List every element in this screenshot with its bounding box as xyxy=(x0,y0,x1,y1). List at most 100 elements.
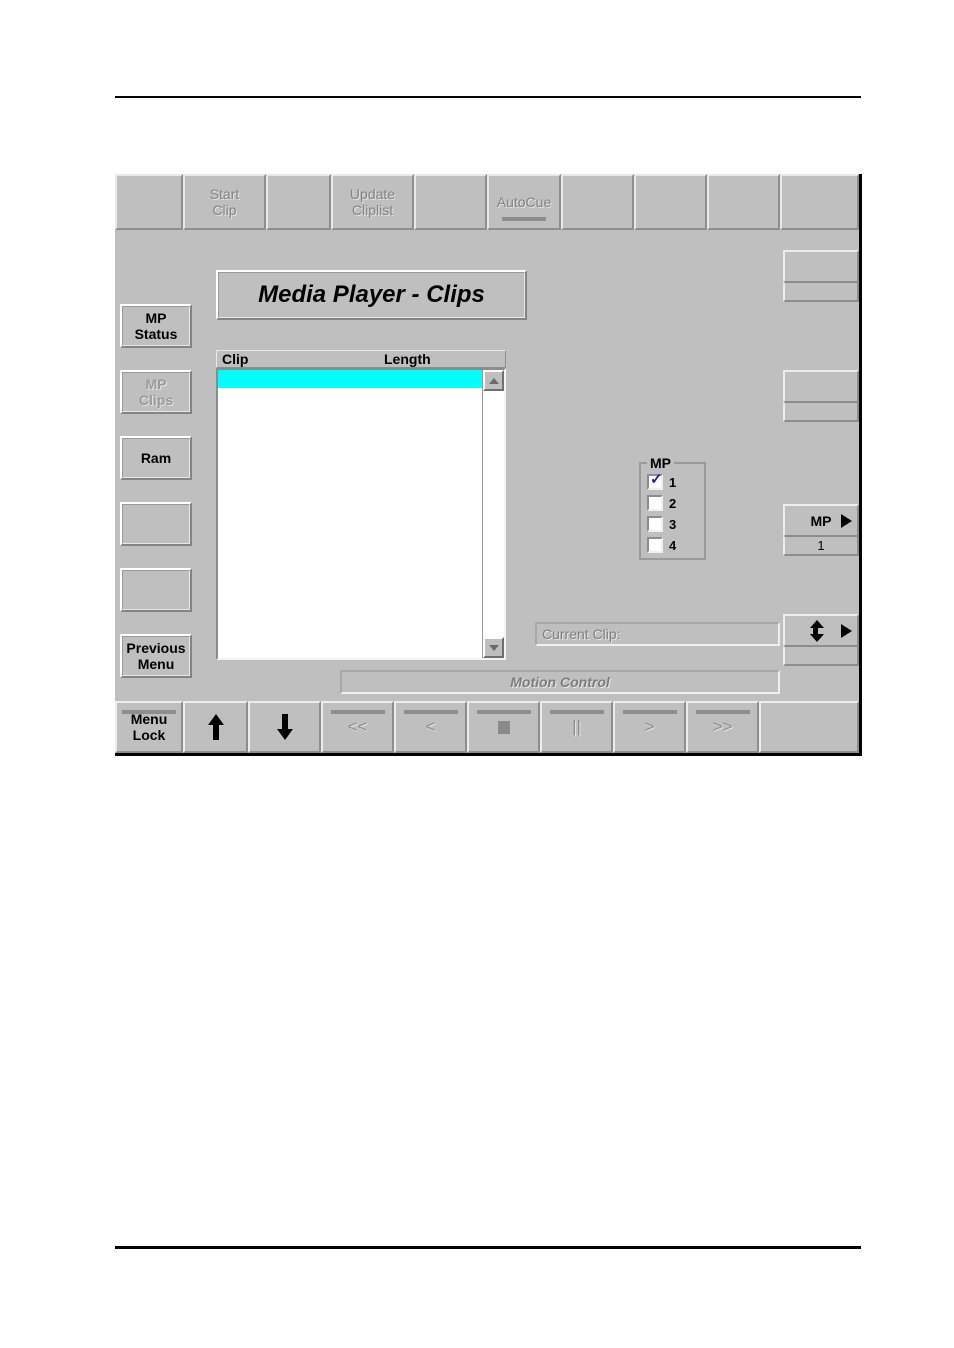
mp-option-label: 1 xyxy=(669,474,677,490)
button-accent-bar xyxy=(476,710,531,714)
button-label: << xyxy=(347,717,368,736)
tab-empty-4[interactable] xyxy=(414,174,487,230)
right-widget-button[interactable] xyxy=(783,614,859,646)
tab-label: AutoCue xyxy=(496,194,552,210)
tab-empty-2[interactable] xyxy=(266,174,331,230)
tab-empty-0[interactable] xyxy=(115,174,183,230)
stop-button[interactable] xyxy=(467,701,540,753)
bottom-button-bar: Menu Lock << < || > >> xyxy=(115,701,859,753)
triangle-right-icon xyxy=(841,513,852,528)
vertical-scrollbar[interactable] xyxy=(482,370,504,658)
mp-option-4[interactable]: 4 xyxy=(647,537,676,553)
tab-empty-7[interactable] xyxy=(634,174,707,230)
sidebar-item-label: MP xyxy=(145,310,167,326)
tab-empty-8[interactable] xyxy=(707,174,780,230)
mp-selection-group: MP ✓ 1 2 3 4 xyxy=(639,455,706,560)
sidebar-item-previous-menu[interactable]: Previous Menu xyxy=(120,634,192,678)
checkbox[interactable]: ✓ xyxy=(647,471,663,490)
clip-list-body[interactable] xyxy=(216,368,506,660)
column-header-length: Length xyxy=(384,351,431,367)
scroll-up-button[interactable] xyxy=(483,370,504,391)
sidebar-item-label: Status xyxy=(134,326,178,342)
tab-update[interactable]: Update Cliplist xyxy=(331,174,414,230)
mp-option-3[interactable]: 3 xyxy=(647,516,676,532)
media-player-clips-panel: Start Clip Update Cliplist AutoCue MP Status M… xyxy=(115,174,862,756)
scroll-down-button[interactable] xyxy=(248,701,321,753)
motion-control-bar: Motion Control xyxy=(340,670,780,694)
button-accent-bar xyxy=(549,710,604,714)
list-item[interactable] xyxy=(218,370,484,388)
button-accent-bar xyxy=(403,710,458,714)
right-widget-value xyxy=(783,402,859,422)
sidebar-item-label: MP xyxy=(145,376,167,392)
right-widget-3[interactable] xyxy=(783,614,859,666)
top-tab-strip: Start Clip Update Cliplist AutoCue xyxy=(115,174,859,230)
button-accent-bar xyxy=(622,710,677,714)
tab-empty-6[interactable] xyxy=(561,174,634,230)
right-widget-value xyxy=(783,646,859,666)
sidebar-item-empty-3[interactable] xyxy=(120,502,192,546)
button-accent-bar xyxy=(330,710,385,714)
right-widget-1[interactable] xyxy=(783,370,859,422)
tab-start[interactable]: Start Clip xyxy=(183,174,266,230)
right-widget-mp[interactable]: MP 1 xyxy=(783,504,859,556)
current-clip-label: Current Clip: xyxy=(542,626,621,642)
triangle-down-icon xyxy=(488,644,499,651)
mp-option-label: 4 xyxy=(669,537,677,553)
play-button[interactable]: > xyxy=(613,701,686,753)
mp-group-label: MP xyxy=(647,455,674,471)
tab-empty-9[interactable] xyxy=(780,174,859,230)
triangle-right-icon xyxy=(841,623,852,638)
active-tab-underline xyxy=(502,217,546,221)
tab-label: Cliplist xyxy=(351,202,394,218)
current-clip-field[interactable]: Current Clip: xyxy=(535,622,780,646)
mp-option-label: 3 xyxy=(669,516,677,532)
clip-list[interactable]: Clip Length xyxy=(216,350,506,660)
button-label: < xyxy=(425,717,436,736)
button-label: > xyxy=(644,717,655,736)
pause-button[interactable]: || xyxy=(540,701,613,753)
tab-autocue[interactable]: AutoCue xyxy=(487,174,561,230)
mp-option-label: 2 xyxy=(669,495,677,511)
mp-option-2[interactable]: 2 xyxy=(647,495,676,511)
page-title-plate: Media Player - Clips xyxy=(216,270,527,320)
column-header-clip: Clip xyxy=(222,351,249,367)
right-widget-value: 1 xyxy=(783,536,859,556)
right-widget-button[interactable] xyxy=(783,250,859,282)
triangle-up-icon xyxy=(488,377,499,384)
mp-option-1[interactable]: ✓ 1 xyxy=(647,471,677,490)
button-accent-bar xyxy=(695,710,750,714)
tab-label: Start xyxy=(209,186,240,202)
stop-square-icon xyxy=(497,720,510,734)
scroll-down-button[interactable] xyxy=(483,637,504,658)
rewind-button[interactable]: << xyxy=(321,701,394,753)
tab-label: Update xyxy=(349,186,396,202)
checkbox[interactable] xyxy=(647,495,663,511)
right-widget-label: MP xyxy=(810,512,832,529)
sidebar-item-empty-4[interactable] xyxy=(120,568,192,612)
sidebar-item-label: Previous xyxy=(126,640,186,656)
sidebar-item-ram[interactable]: Ram xyxy=(120,436,192,480)
right-widget-button[interactable]: MP xyxy=(783,504,859,536)
checkbox[interactable] xyxy=(647,537,663,553)
button-label: || xyxy=(572,717,581,736)
button-label: >> xyxy=(712,717,733,736)
step-back-button[interactable]: < xyxy=(394,701,467,753)
arrow-up-icon xyxy=(207,714,224,740)
arrow-down-icon xyxy=(276,714,293,740)
right-widget-button[interactable] xyxy=(783,370,859,402)
fast-forward-button[interactable]: >> xyxy=(686,701,759,753)
motion-control-label: Motion Control xyxy=(510,674,610,690)
sidebar-item-mp-clips[interactable]: MP Clips xyxy=(120,370,192,414)
bottom-cell-empty xyxy=(759,701,859,753)
checkbox[interactable] xyxy=(647,516,663,532)
page-title: Media Player - Clips xyxy=(258,281,485,308)
checkmark-icon: ✓ xyxy=(650,471,663,488)
arrow-stem xyxy=(813,625,818,637)
bottom-button-menu-lock[interactable]: Menu Lock xyxy=(115,701,183,753)
up-down-arrow-icon xyxy=(808,619,824,642)
tab-label: Clip xyxy=(212,202,237,218)
right-widget-0[interactable] xyxy=(783,250,859,302)
scroll-up-button[interactable] xyxy=(183,701,248,753)
sidebar-item-mp-status[interactable]: MP Status xyxy=(120,304,192,348)
